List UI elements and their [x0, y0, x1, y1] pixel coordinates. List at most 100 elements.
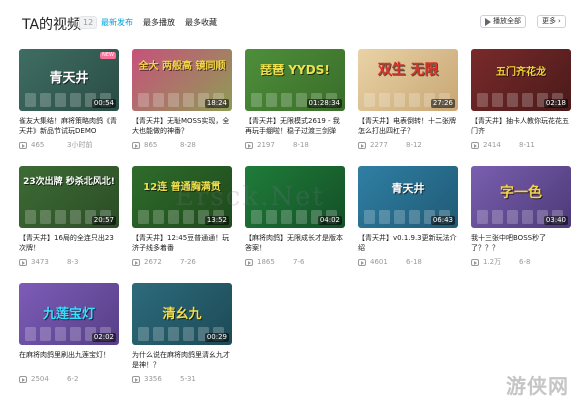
video-duration: 20:57 — [91, 216, 116, 225]
upload-date: 8-28 — [180, 141, 196, 149]
thumbnail-caption: 字一色 — [500, 185, 542, 201]
video-title[interactable]: 为什么说在麻将肉鸽里清幺九才是神！？ — [132, 350, 232, 370]
video-card[interactable]: 九莲宝灯 02:02 在麻将肉鸽里刷出九莲宝灯！ 2504 6-2 — [19, 283, 119, 384]
thumbnail-caption: 23次出牌 秒杀北风北! — [23, 177, 115, 187]
thumbnail-caption: 青天井 — [49, 71, 89, 86]
video-title[interactable]: 在麻将肉鸽里刷出九莲宝灯！ — [19, 350, 119, 370]
section-title: TA的视频 — [22, 17, 82, 33]
play-icon — [485, 17, 491, 26]
view-count: 3356 — [144, 375, 162, 383]
video-title[interactable]: 【青天井】无耻MOSS实现，全大也能做的神番？ — [132, 116, 232, 136]
more-button[interactable]: 更多 › — [537, 15, 566, 28]
video-thumbnail[interactable]: 字一色 03:40 — [471, 166, 571, 228]
play-count-icon — [245, 142, 253, 149]
upload-date: 8-18 — [293, 141, 309, 149]
video-thumbnail[interactable]: 青天井 06:43 — [358, 166, 458, 228]
video-title[interactable]: 【麻将肉鸽】无限成长才是版本答案！ — [245, 233, 345, 253]
view-count: 465 — [31, 141, 45, 149]
upload-date: 8-11 — [519, 141, 535, 149]
thumbnail-caption: 清幺九 — [162, 307, 202, 322]
view-count: 3473 — [31, 258, 49, 266]
upload-date: 7-6 — [293, 258, 305, 266]
video-meta: 3473 8-3 — [19, 258, 119, 267]
video-title[interactable]: 【青天井】16局的全连只出23次牌！ — [19, 233, 119, 253]
video-title[interactable]: 【青天井】无限模式2619 - 我再玩手绷啦！稳子过渡三剑弹 — [245, 116, 345, 136]
play-count-icon — [132, 376, 140, 383]
video-thumbnail[interactable]: 全大 两般高 镜同顺 18:24 — [132, 49, 232, 111]
video-meta: 2504 6-2 — [19, 375, 119, 384]
video-duration: 18:24 — [204, 99, 229, 108]
video-thumbnail[interactable]: 双生 无限 27:26 — [358, 49, 458, 111]
video-thumbnail[interactable]: 清幺九 00:29 — [132, 283, 232, 345]
upload-date: 3小时前 — [67, 141, 93, 149]
video-meta: 1865 7-6 — [245, 258, 345, 267]
video-title[interactable]: 【青天井】v0.1.9.3更新玩法介绍 — [358, 233, 458, 253]
video-duration: 01:28:34 — [306, 99, 342, 108]
video-title[interactable]: 雀友大集结！麻将策略肉鸽《青天井》新品节试玩DEMO — [19, 116, 119, 136]
tab-most-played[interactable]: 最多播放 — [143, 17, 175, 28]
video-thumbnail[interactable]: 23次出牌 秒杀北风北! 20:57 — [19, 166, 119, 228]
video-card[interactable]: 五门齐花龙 02:18 【青天井】抽卡人教你玩花花五门齐 2414 8-11 — [471, 49, 571, 150]
view-count: 4601 — [370, 258, 388, 266]
video-count-badge: 12 — [79, 16, 98, 29]
video-meta: 2414 8-11 — [471, 141, 571, 150]
video-duration: 27:26 — [430, 99, 455, 108]
video-thumbnail[interactable]: 琵琶 YYDS! 01:28:34 — [245, 49, 345, 111]
chevron-right-icon: › — [558, 17, 561, 25]
upload-date: 6-8 — [519, 258, 531, 266]
video-duration: 02:02 — [91, 333, 116, 342]
video-thumbnail[interactable]: 九莲宝灯 02:02 — [19, 283, 119, 345]
video-thumbnail[interactable]: 五门齐花龙 02:18 — [471, 49, 571, 111]
thumbnail-caption: 双生 无限 — [377, 62, 439, 78]
play-count-icon — [358, 259, 366, 266]
video-card[interactable]: 字一色 03:40 我十三张中吧BOSS秒了了？？？ 1.2万 6-8 — [471, 166, 571, 267]
view-count: 1865 — [257, 258, 275, 266]
play-count-icon — [471, 142, 479, 149]
video-title[interactable]: 【青天井】12:45豆普通通！玩济子线多着番 — [132, 233, 232, 253]
view-count: 2197 — [257, 141, 275, 149]
video-meta: 2672 7-26 — [132, 258, 232, 267]
video-card[interactable]: 全大 两般高 镜同顺 18:24 【青天井】无耻MOSS实现，全大也能做的神番？ 86… — [132, 49, 232, 150]
video-thumbnail[interactable]: 青天井 NEW 00:54 — [19, 49, 119, 111]
video-card[interactable]: 双生 无限 27:26 【青天井】电表倒转！十二张牌怎么打出四杠子？ 2277 8-12 — [358, 49, 458, 150]
video-title[interactable]: 【青天井】电表倒转！十二张牌怎么打出四杠子？ — [358, 116, 458, 136]
play-all-button[interactable]: 播放全部 — [480, 15, 526, 28]
video-meta: 4601 6-18 — [358, 258, 458, 267]
video-title[interactable]: 我十三张中吧BOSS秒了了？？？ — [471, 233, 571, 253]
play-count-icon — [471, 259, 479, 266]
sort-tabs: 最新发布 最多播放 最多收藏 — [101, 17, 217, 28]
view-count: 2672 — [144, 258, 162, 266]
tab-most-favorited[interactable]: 最多收藏 — [185, 17, 217, 28]
tab-latest[interactable]: 最新发布 — [101, 17, 133, 28]
video-meta: 1.2万 6-8 — [471, 258, 571, 267]
new-badge: NEW — [100, 52, 116, 59]
more-label: 更多 — [542, 17, 556, 25]
upload-date: 7-26 — [180, 258, 196, 266]
thumbnail-caption: 青天井 — [391, 182, 425, 195]
video-duration: 02:18 — [543, 99, 568, 108]
video-card[interactable]: 清幺九 00:29 为什么说在麻将肉鸽里清幺九才是神！？ 3356 5-31 — [132, 283, 232, 384]
upload-date: 5-31 — [180, 375, 196, 383]
video-card[interactable]: 琵琶 YYDS! 01:28:34 【青天井】无限模式2619 - 我再玩手绷啦！稳… — [245, 49, 345, 150]
play-count-icon — [358, 142, 366, 149]
play-count-icon — [19, 259, 27, 266]
video-duration: 00:29 — [204, 333, 229, 342]
upload-date: 6-18 — [406, 258, 422, 266]
thumbnail-caption: 全大 两般高 镜同顺 — [138, 61, 226, 72]
video-card[interactable]: 青天井 NEW 00:54 雀友大集结！麻将策略肉鸽《青天井》新品节试玩DEMO 465… — [19, 49, 119, 150]
thumbnail-caption: 五门齐花龙 — [496, 67, 546, 78]
thumbnail-caption: 琵琶 YYDS! — [260, 63, 330, 77]
thumbnail-caption: 九莲宝灯 — [42, 307, 95, 322]
video-card[interactable]: 青天井 06:43 【青天井】v0.1.9.3更新玩法介绍 4601 6-18 — [358, 166, 458, 267]
play-count-icon — [19, 376, 27, 383]
video-meta: 2277 8-12 — [358, 141, 458, 150]
video-title[interactable]: 【青天井】抽卡人教你玩花花五门齐 — [471, 116, 571, 136]
view-count: 865 — [144, 141, 158, 149]
play-count-icon — [132, 259, 140, 266]
upload-date: 8-12 — [406, 141, 422, 149]
video-card[interactable]: 23次出牌 秒杀北风北! 20:57 【青天井】16局的全连只出23次牌！ 3473 8… — [19, 166, 119, 267]
video-duration: 04:02 — [317, 216, 342, 225]
view-count: 2414 — [483, 141, 501, 149]
play-all-label: 播放全部 — [493, 17, 521, 25]
section-header: TA的视频 12 最新发布 最多播放 最多收藏 播放全部 更多 › — [0, 0, 584, 40]
